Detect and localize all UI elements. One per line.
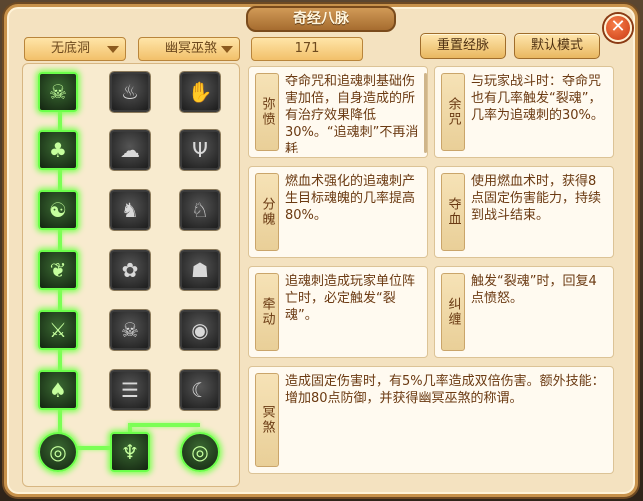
meridian-node[interactable]: Ψ (180, 130, 220, 170)
skill-name: 余咒 (441, 73, 465, 151)
branch-dropdown-label: 幽冥巫煞 (165, 41, 218, 56)
wraith-icon: ☁ (120, 138, 140, 162)
default-mode-button[interactable]: 默认模式 (514, 33, 600, 59)
school-dropdown-label: 无底洞 (51, 41, 91, 56)
skill-description: 触发“裂魂”时，回复4点愤怒。 (471, 274, 597, 306)
skill-name: 夺血 (441, 173, 465, 251)
meridian-node[interactable]: ❦ (38, 250, 78, 290)
meridian-node[interactable]: ☗ (180, 250, 220, 290)
skill-name: 纠缠 (441, 273, 465, 351)
meridian-node[interactable]: ✿ (110, 250, 150, 290)
meridian-node[interactable]: ☁ (110, 130, 150, 170)
skill-card[interactable]: 分魄 燃血术强化的追魂刺产生目标魂魄的几率提高80%。 (248, 166, 428, 258)
hand-icon: ✋ (187, 80, 213, 104)
skill-card[interactable]: 牵动 追魂刺造成玩家单位阵亡时，必定触发“裂魂”。 (248, 266, 428, 358)
skill-description: 使用燃血术时，获得8点固定伤害能力，持续到战斗结束。 (471, 174, 602, 223)
meridian-path (130, 423, 200, 427)
demon-icon: ☯ (49, 198, 67, 222)
meridian-node[interactable]: ☰ (110, 370, 150, 410)
close-button[interactable]: ✕ (604, 14, 632, 42)
meridian-node[interactable]: ♆ (110, 432, 150, 472)
meridian-node[interactable]: ✋ (180, 72, 220, 112)
warrior-icon: ♞ (121, 198, 139, 222)
orb-icon: ◎ (49, 440, 67, 464)
bow-icon: ☾ (191, 378, 209, 402)
skill-name: 冥煞 (255, 373, 279, 467)
chevron-down-icon (107, 46, 119, 53)
rose-icon: ✿ (121, 258, 139, 282)
scrollbar[interactable] (424, 73, 427, 153)
mask-icon: ♠ (49, 378, 67, 402)
scroll-icon: ☰ (121, 378, 139, 402)
ghost-icon: ♣ (49, 138, 67, 162)
skill-card[interactable]: 弥愤 夺命咒和追魂刺基础伤害加倍，自身造成的所有治疗效果降低30%。“追魂刺”不… (248, 66, 428, 158)
school-dropdown[interactable]: 无底洞 (24, 37, 126, 61)
meridian-node[interactable]: ♠ (38, 370, 78, 410)
meridian-node[interactable]: ☯ (38, 190, 78, 230)
chevron-down-icon (221, 46, 233, 53)
skill-description: 燃血术强化的追魂刺产生目标魂魄的几率提高80%。 (285, 174, 416, 223)
skill-name: 弥愤 (255, 73, 279, 151)
leaf-icon: ❦ (49, 258, 67, 282)
beast-icon: ♘ (191, 198, 209, 222)
meridian-node[interactable]: ◎ (38, 432, 78, 472)
reset-meridian-button[interactable]: 重置经脉 (420, 33, 506, 59)
fork-icon: Ψ (192, 138, 208, 162)
vortex-icon: ◎ (191, 440, 209, 464)
meridian-node[interactable]: ♨ (110, 72, 150, 112)
skill-card[interactable]: 余咒 与玩家战斗时：夺命咒也有几率触发“裂魂”，几率为追魂刺的30%。 (434, 66, 614, 158)
meridian-node[interactable]: ♣ (38, 130, 78, 170)
skill-description: 夺命咒和追魂刺基础伤害加倍，自身造成的所有治疗效果降低30%。“追魂刺”不再消耗 (285, 74, 419, 153)
meridian-node[interactable]: ♞ (110, 190, 150, 230)
meridian-node[interactable]: ☠ (38, 72, 78, 112)
skull-icon: ☠ (121, 318, 139, 342)
skill-description: 造成固定伤害时，有5%几率造成双倍伤害。额外技能：增加80点防御，并获得幽冥巫煞… (285, 374, 605, 406)
meridian-node[interactable]: ◉ (180, 310, 220, 350)
meridian-node[interactable]: ☾ (180, 370, 220, 410)
meridian-node[interactable]: ◎ (180, 432, 220, 472)
skill-card[interactable]: 冥煞 造成固定伤害时，有5%几率造成双倍伤害。额外技能：增加80点防御，并获得幽… (248, 366, 614, 474)
spirit-icon: ☠ (49, 80, 67, 104)
swirl-icon: ◉ (191, 318, 209, 342)
meridian-node[interactable]: ☠ (110, 310, 150, 350)
skill-description: 追魂刺造成玩家单位阵亡时，必定触发“裂魂”。 (285, 274, 416, 323)
blade-icon: ⚔ (49, 318, 67, 342)
skill-name: 牵动 (255, 273, 279, 351)
meridian-node[interactable]: ♘ (180, 190, 220, 230)
claw-icon: ♨ (121, 80, 139, 104)
skill-card[interactable]: 夺血 使用燃血术时，获得8点固定伤害能力，持续到战斗结束。 (434, 166, 614, 258)
skill-description: 与玩家战斗时：夺命咒也有几率触发“裂魂”，几率为追魂刺的30%。 (471, 74, 604, 123)
points-display: 171 (251, 37, 363, 61)
branch-dropdown[interactable]: 幽冥巫煞 (138, 37, 240, 61)
skill-name: 分魄 (255, 173, 279, 251)
poison-icon: ♆ (121, 440, 139, 464)
window-title: 奇经八脉 (246, 6, 396, 32)
meridian-node[interactable]: ⚔ (38, 310, 78, 350)
shade-icon: ☗ (191, 258, 209, 282)
skill-card[interactable]: 纠缠 触发“裂魂”时，回复4点愤怒。 (434, 266, 614, 358)
